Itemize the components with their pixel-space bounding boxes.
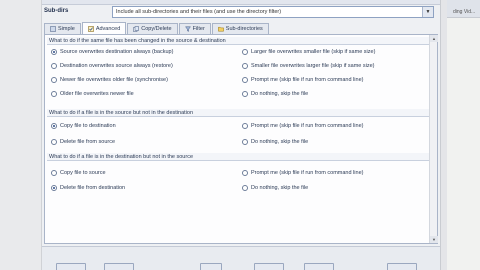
subdirs-label: Sub-dirs (44, 8, 69, 14)
bottom-button-1[interactable] (56, 263, 86, 270)
radio-button[interactable] (51, 185, 57, 191)
background-window-text: ding Vid... (453, 9, 476, 15)
option-label: Delete file from source (60, 139, 116, 145)
subdirs-row: Sub-dirs Include all sub-directories and… (42, 5, 440, 19)
tab-label: Sub-directories (225, 26, 263, 32)
option-label: Larger file overwrites smaller file (ski… (251, 49, 376, 55)
option-label: Copy file to destination (60, 123, 116, 129)
option-copy-to-source[interactable]: Copy file to source (51, 170, 106, 176)
group-header-destination-only: What to do if a file is in the destinati… (47, 153, 435, 161)
radio-button[interactable] (242, 77, 248, 83)
option-label: Destination overwrites source always (re… (60, 63, 173, 69)
tab-label: Simple (58, 26, 75, 32)
radio-button[interactable] (51, 49, 57, 55)
tab-filter[interactable]: Filter (178, 23, 211, 34)
option-destination-overwrites-source[interactable]: Destination overwrites source always (re… (51, 63, 173, 69)
option-label: Smaller file overwrites larger file (ski… (251, 63, 375, 69)
tab-label: Advanced (95, 25, 121, 32)
option-label: Older file overwrites newer file (60, 91, 134, 97)
option-smaller-overwrites-larger[interactable]: Smaller file overwrites larger file (ski… (242, 63, 374, 69)
radio-button[interactable] (51, 77, 57, 83)
option-delete-from-destination[interactable]: Delete file from destination (51, 185, 125, 191)
bottom-button-2[interactable] (104, 263, 134, 270)
bottom-button-3[interactable] (200, 263, 222, 270)
bottom-button-6[interactable] (387, 263, 417, 270)
radio-button[interactable] (242, 49, 248, 55)
tab-advanced[interactable]: Advanced (81, 22, 127, 34)
option-delete-from-source[interactable]: Delete file from source (51, 139, 115, 145)
folder-icon (217, 26, 224, 32)
tab-simple[interactable]: Simple (44, 23, 81, 34)
option-label: Do nothing, skip the file (251, 185, 309, 191)
chevron-down-icon[interactable]: ▼ (422, 7, 433, 17)
tab-bar: Simple Advanced Copy/Delete Filter Sub-d… (44, 22, 270, 34)
option-label: Source overwrites destination always (ba… (60, 49, 174, 55)
tab-sub-directories[interactable]: Sub-directories (211, 23, 269, 34)
advanced-icon (88, 25, 94, 32)
bottom-button-4[interactable] (254, 263, 284, 270)
radio-button[interactable] (51, 91, 57, 97)
option-label: Delete file from destination (60, 185, 126, 191)
subdirs-select[interactable]: Include all sub-directories and their fi… (112, 6, 434, 18)
radio-button[interactable] (51, 139, 57, 145)
radio-button[interactable] (242, 185, 248, 191)
background-left (0, 0, 42, 270)
option-label: Newer file overwrites older file (synchr… (60, 77, 168, 83)
subdirs-select-value: Include all sub-directories and their fi… (116, 9, 282, 15)
group-header-changed-both: What to do if the same file has been cha… (47, 37, 435, 45)
option-do-nothing-changed[interactable]: Do nothing, skip the file (242, 91, 308, 97)
option-larger-overwrites-smaller[interactable]: Larger file overwrites smaller file (ski… (242, 49, 375, 55)
option-label: Prompt me (skip file if run from command… (251, 77, 364, 83)
radio-button[interactable] (242, 139, 248, 145)
scroll-up-icon[interactable]: ▲ (430, 35, 438, 42)
window-edge-scrollbar[interactable] (440, 0, 447, 270)
option-copy-to-destination[interactable]: Copy file to destination (51, 123, 116, 129)
option-label: Prompt me (skip file if run from command… (251, 123, 364, 129)
option-label: Do nothing, skip the file (251, 91, 309, 97)
panel-scrollbar[interactable]: ▲ ▼ (429, 35, 438, 243)
radio-button[interactable] (51, 123, 57, 129)
option-prompt-me-destination-only[interactable]: Prompt me (skip file if run from command… (242, 170, 363, 176)
option-do-nothing-source-only[interactable]: Do nothing, skip the file (242, 139, 308, 145)
option-label: Copy file to source (60, 170, 106, 176)
bottom-button-bar (42, 246, 440, 270)
option-prompt-me-changed[interactable]: Prompt me (skip file if run from command… (242, 77, 363, 83)
filter-icon (184, 26, 191, 32)
tab-label: Copy/Delete (141, 26, 172, 32)
advanced-tab-panel: What to do if the same file has been cha… (44, 34, 438, 244)
radio-button[interactable] (51, 63, 57, 69)
option-label: Do nothing, skip the file (251, 139, 309, 145)
radio-button[interactable] (242, 170, 248, 176)
tab-label: Filter (192, 26, 205, 32)
copy-icon (133, 26, 140, 32)
simple-icon (50, 26, 56, 32)
option-source-overwrites-destination[interactable]: Source overwrites destination always (ba… (51, 49, 173, 55)
radio-button[interactable] (242, 123, 248, 129)
bottom-button-5[interactable] (304, 263, 334, 270)
scroll-down-icon[interactable]: ▼ (430, 236, 438, 243)
option-label: Prompt me (skip file if run from command… (251, 170, 364, 176)
option-prompt-me-source-only[interactable]: Prompt me (skip file if run from command… (242, 123, 363, 129)
option-older-overwrites-newer[interactable]: Older file overwrites newer file (51, 91, 134, 97)
tab-copy-delete[interactable]: Copy/Delete (127, 23, 178, 34)
radio-button[interactable] (242, 91, 248, 97)
group-header-source-only: What to do if a file is in the source bu… (47, 109, 435, 117)
option-do-nothing-destination-only[interactable]: Do nothing, skip the file (242, 185, 308, 191)
radio-button[interactable] (51, 170, 57, 176)
radio-button[interactable] (242, 63, 248, 69)
option-newer-overwrites-older[interactable]: Newer file overwrites older file (synchr… (51, 77, 168, 83)
profile-settings-window: Sub-dirs Include all sub-directories and… (42, 0, 440, 270)
